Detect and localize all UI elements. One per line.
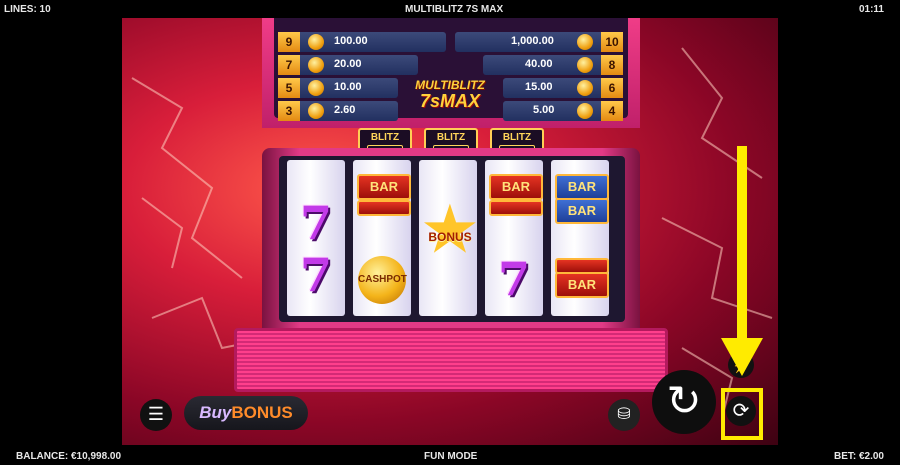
paytable-row: 1,000.00 10 — [455, 32, 623, 52]
reel-1: 7 7 — [287, 160, 345, 316]
bet-amount: BET: €2.00 — [833, 451, 884, 462]
bar-symbol: BAR — [357, 174, 411, 200]
seven-symbol: 7 — [497, 252, 530, 306]
prize-value: 1,000.00 — [511, 35, 554, 47]
paytable-row: 15.00 6 — [503, 78, 623, 98]
paytable-row: 7 20.00 — [278, 55, 418, 75]
combo-count: 8 — [601, 55, 623, 75]
annotation-arrow-shaft — [737, 146, 747, 346]
bar-symbol — [357, 200, 411, 216]
spin-arrow-icon: ↻ — [666, 377, 702, 424]
combo-count: 6 — [601, 78, 623, 98]
coin-icon — [577, 34, 593, 50]
paytable-row: 40.00 8 — [483, 55, 623, 75]
blitz-label: BLITZ — [436, 132, 466, 143]
prize-value: 100.00 — [334, 35, 368, 47]
bar-symbol: BAR — [555, 174, 609, 200]
seven-symbol: 7 — [299, 248, 332, 302]
blitz-label: BLITZ — [370, 132, 400, 143]
bar-symbol: BAR — [555, 272, 609, 298]
logo-line-1: MULTIBLITZ — [415, 78, 485, 92]
bottom-status-bar: BALANCE: €10,998.00 FUN MODE BET: €2.00 — [0, 447, 900, 465]
menu-button[interactable]: ☰ — [140, 399, 172, 431]
paytable-row: 9 100.00 — [278, 32, 446, 52]
top-status-bar: LINES: 10 MULTIBLITZ 7S MAX 01:11 — [0, 0, 900, 18]
coin-icon — [308, 80, 324, 96]
coin-icon — [308, 103, 324, 119]
prize-value: 40.00 — [525, 58, 553, 70]
combo-count: 3 — [278, 101, 300, 121]
reel-5: BAR BAR BAR — [551, 160, 609, 316]
buy-bonus-suffix: BONUS — [231, 403, 293, 422]
seven-symbol: 7 — [299, 196, 332, 250]
balance: BALANCE: €10,998.00 — [16, 451, 122, 462]
spin-button[interactable]: ↻ — [652, 370, 716, 434]
logo-line-2: 7sMAX — [419, 91, 481, 111]
coin-icon — [577, 57, 593, 73]
coin-icon — [577, 103, 593, 119]
combo-count: 9 — [278, 32, 300, 52]
hamburger-menu-icon: ☰ — [147, 404, 165, 424]
game-title: MULTIBLITZ 7S MAX — [405, 4, 504, 15]
cabinet-speaker-grill — [234, 328, 668, 392]
game-logo: MULTIBLITZ 7sMAX — [410, 78, 490, 122]
coin-icon — [308, 34, 324, 50]
combo-count: 4 — [601, 101, 623, 121]
bar-symbol: BAR — [489, 174, 543, 200]
clock: 01:11 — [858, 4, 884, 15]
paytable-row: 3 2.60 — [278, 101, 398, 121]
buy-bonus-button[interactable]: BuyBONUS — [184, 396, 308, 430]
prize-value: 15.00 — [525, 81, 553, 93]
game-area: 9 100.00 7 20.00 5 10.00 3 2.60 1,000.00… — [122, 18, 778, 445]
paytable-row: 5 10.00 — [278, 78, 398, 98]
prize-value: 10.00 — [334, 81, 362, 93]
reel-2: BAR CASHPOT — [353, 160, 411, 316]
coin-icon — [308, 57, 324, 73]
bonus-symbol-label: BONUS — [428, 230, 472, 244]
coin-icon — [577, 80, 593, 96]
combo-count: 10 — [601, 32, 623, 52]
combo-count: 5 — [278, 78, 300, 98]
reel-4: BAR 7 — [485, 160, 543, 316]
annotation-highlight-box — [721, 388, 763, 440]
prize-value: 2.60 — [334, 104, 356, 116]
bar-symbol — [489, 200, 543, 216]
game-mode: FUN MODE — [424, 451, 478, 462]
combo-count: 7 — [278, 55, 300, 75]
prize-value: 20.00 — [334, 58, 362, 70]
lines-count: LINES: 10 — [4, 4, 51, 15]
paytable-row: 5.00 4 — [503, 101, 623, 121]
coin-stack-icon: ⛁ — [617, 406, 631, 423]
prize-value: 5.00 — [533, 104, 555, 116]
cashpot-symbol: CASHPOT — [358, 256, 407, 304]
annotation-arrow-head — [721, 338, 763, 376]
bet-settings-button[interactable]: ⛁ — [608, 399, 640, 431]
buy-bonus-prefix: Buy — [199, 403, 232, 422]
bar-symbol: BAR — [555, 198, 609, 224]
blitz-label: BLITZ — [502, 132, 532, 143]
